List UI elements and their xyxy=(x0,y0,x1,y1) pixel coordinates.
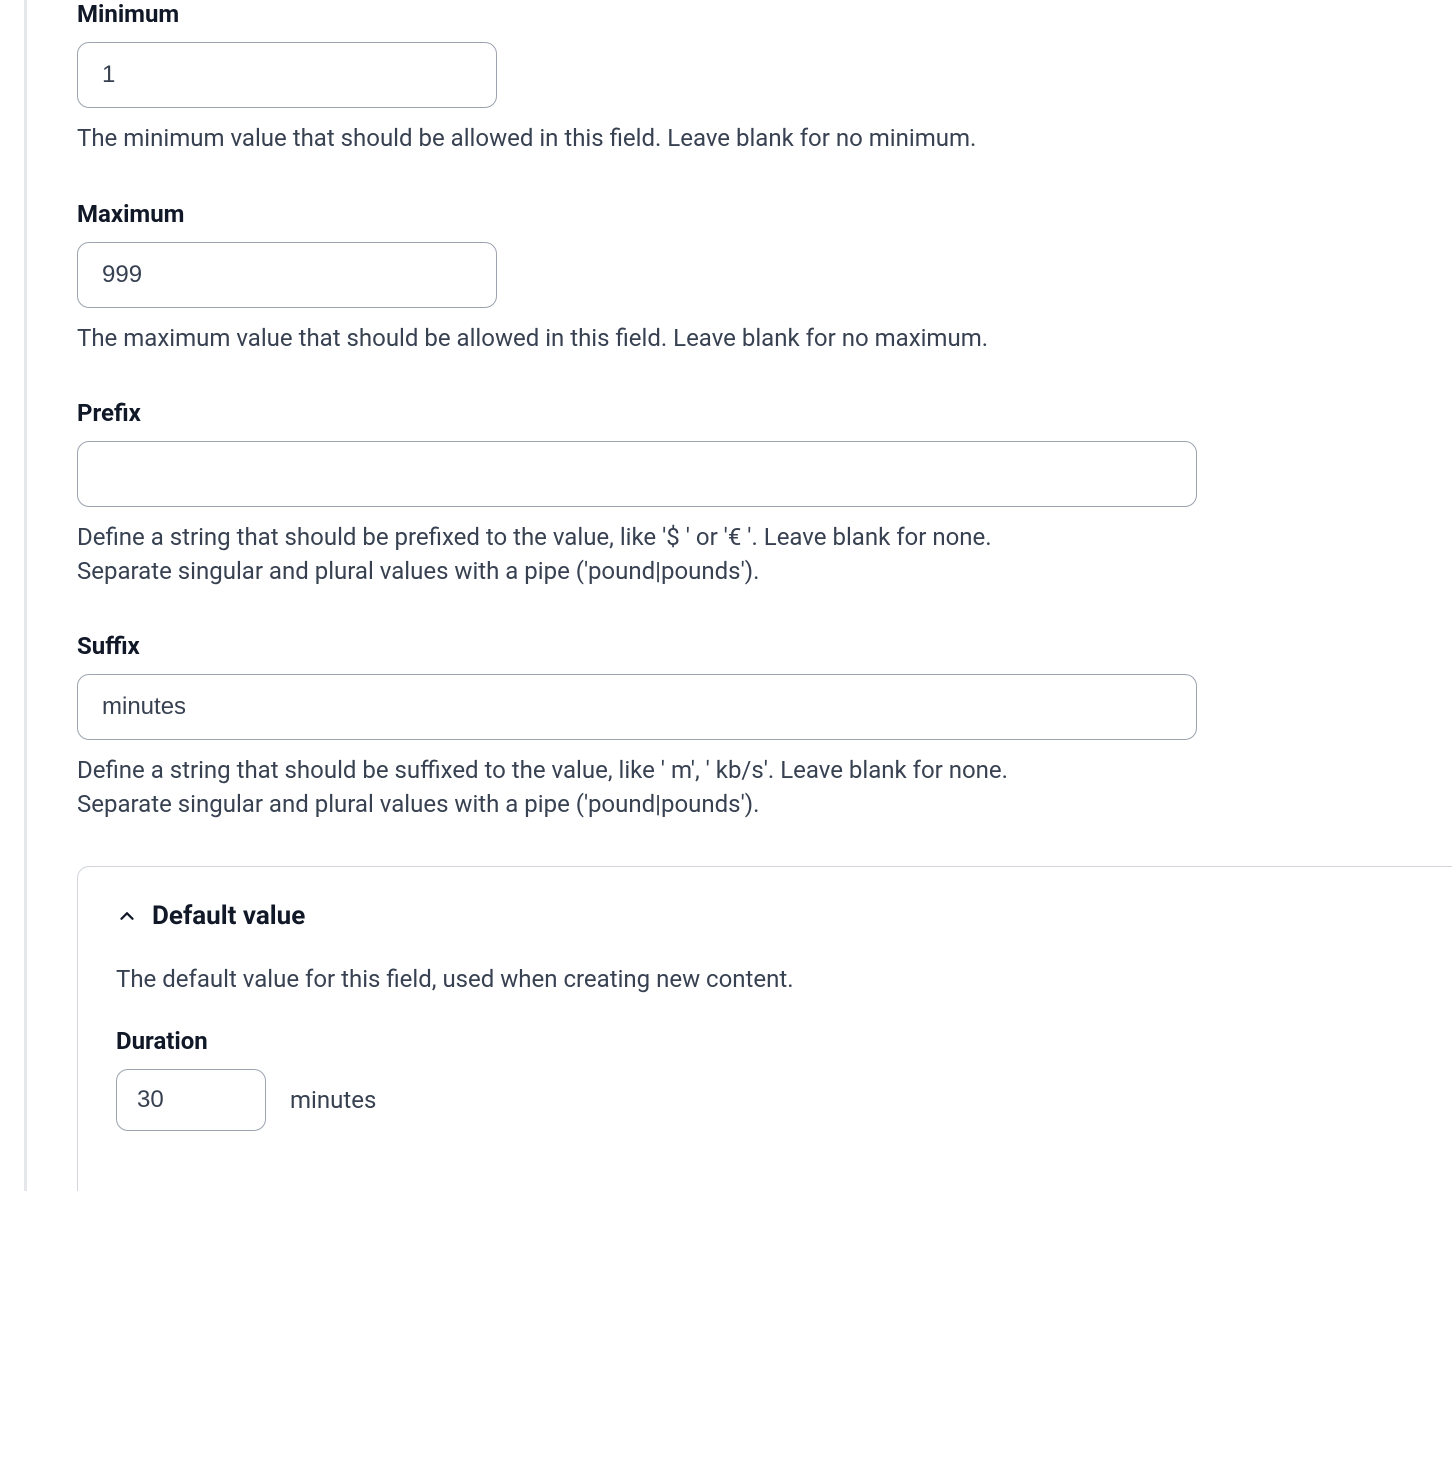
chevron-up-icon xyxy=(116,905,138,927)
minimum-input[interactable] xyxy=(77,42,497,108)
prefix-input[interactable] xyxy=(77,441,1197,507)
duration-suffix: minutes xyxy=(290,1086,376,1114)
maximum-label: Maximum xyxy=(77,200,1452,228)
suffix-label: Suffix xyxy=(77,632,1452,660)
maximum-field-group: Maximum The maximum value that should be… xyxy=(77,200,1452,356)
default-value-title: Default value xyxy=(152,901,305,931)
maximum-help-text: The maximum value that should be allowed… xyxy=(77,322,1077,356)
suffix-help-text: Define a string that should be suffixed … xyxy=(77,754,1077,821)
prefix-help-text: Define a string that should be prefixed … xyxy=(77,521,1077,588)
prefix-field-group: Prefix Define a string that should be pr… xyxy=(77,399,1452,588)
minimum-field-group: Minimum The minimum value that should be… xyxy=(77,0,1452,156)
default-value-description: The default value for this field, used w… xyxy=(116,965,1414,993)
maximum-input[interactable] xyxy=(77,242,497,308)
form-container: Minimum The minimum value that should be… xyxy=(24,0,1452,1191)
duration-input[interactable] xyxy=(116,1069,266,1131)
default-value-toggle[interactable]: Default value xyxy=(116,901,1414,931)
duration-label: Duration xyxy=(116,1027,1414,1055)
duration-row: minutes xyxy=(116,1069,1414,1131)
minimum-help-text: The minimum value that should be allowed… xyxy=(77,122,1077,156)
prefix-label: Prefix xyxy=(77,399,1452,427)
minimum-label: Minimum xyxy=(77,0,1452,28)
default-value-panel: Default value The default value for this… xyxy=(77,866,1452,1191)
suffix-field-group: Suffix Define a string that should be su… xyxy=(77,632,1452,821)
suffix-input[interactable] xyxy=(77,674,1197,740)
